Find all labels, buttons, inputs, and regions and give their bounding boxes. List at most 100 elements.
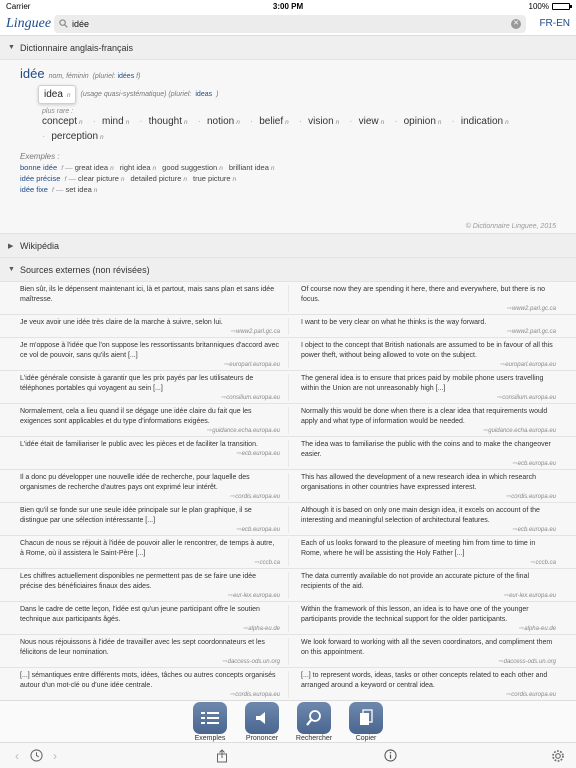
external-fr-source-link[interactable]: ecb.europa.eu [20,450,280,457]
external-en-column: I want to be very clear on what he think… [288,318,576,335]
external-pair-row[interactable]: Bien sûr, ils le dépensent maintenant ic… [0,282,576,315]
external-pair-row[interactable]: L'idée générale consiste à garantir que … [0,371,576,404]
external-en-sentence: Normally this would be done when there i… [301,408,548,425]
external-pair-row[interactable]: Je veux avoir une idée très claire de la… [0,315,576,338]
rare-translation-word: notion [207,116,235,127]
external-en-sentence: Of course now they are spending it here,… [301,286,545,303]
external-pair-row[interactable]: Nous nous réjouissons à l'idée de travai… [0,635,576,668]
example-translation: right idea [119,163,151,172]
rare-translation[interactable]: · view n [349,116,384,127]
external-en-source-link[interactable]: ecb.europa.eu [301,526,556,533]
headword[interactable]: idée [20,66,45,81]
main-translation[interactable]: idea n [38,85,77,104]
forward-arrow-icon[interactable]: › [46,749,64,763]
external-en-source-link[interactable]: consilium.europa.eu [301,394,556,401]
example-source-phrase: idée fixe [20,185,48,194]
external-fr-sentence: Chacun de nous se réjouit à l'idée de po… [20,540,275,557]
plural-form[interactable]: idées [117,73,134,80]
example-item[interactable]: bonne idée f — great idea n [20,163,114,172]
example-item[interactable]: good suggestion n [162,163,223,172]
dock-button-rechercher[interactable]: Rechercher [295,702,333,742]
external-en-source-link[interactable]: europarl.europa.eu [301,361,556,368]
info-icon[interactable] [380,749,400,762]
rare-translation[interactable]: · belief n [250,116,289,127]
rare-translation-pos: n [125,119,130,126]
external-en-source-link[interactable]: cordis.europa.eu [301,691,556,698]
example-item[interactable]: brilliant idea n [229,163,275,172]
external-fr-source-link[interactable]: guidance.echa.europa.eu [20,427,280,434]
external-fr-source-link[interactable]: cccb.ca [20,559,280,566]
search-input[interactable] [72,18,507,29]
example-row: idée précise f — clear picture n detailed … [20,174,556,183]
external-en-sentence: I object to the concept that British nat… [301,342,553,359]
language-pair-button[interactable]: FR-EN [526,18,570,29]
rare-translation-pos: n [380,119,385,126]
external-pair-row[interactable]: Bien qu'il se fonde sur une seule idée p… [0,503,576,536]
rare-translation[interactable]: · mind n [93,116,130,127]
dock-button-exemples[interactable]: Exemples [191,702,229,742]
back-arrow-icon[interactable]: ‹ [8,749,26,763]
external-en-column: This has allowed the development of a ne… [288,473,576,500]
external-pair-row[interactable]: Les chiffres actuellement disponibles ne… [0,569,576,602]
external-en-source-link[interactable]: alpha-eu.de [301,625,556,632]
external-en-column: The data currently available do not prov… [288,572,576,599]
external-en-column: Normally this would be done when there i… [288,407,576,434]
external-fr-source-link[interactable]: europarl.europa.eu [20,361,280,368]
external-fr-source-link[interactable]: ecb.europa.eu [20,526,280,533]
external-en-source-link[interactable]: guidance.echa.europa.eu [301,427,556,434]
rare-translation[interactable]: · indication n [452,116,509,127]
search-field[interactable]: ✕ [54,14,526,33]
external-en-sentence: [...] to represent words, ideas, tasks o… [301,672,548,689]
usage-plural[interactable]: ideas [195,91,212,98]
external-fr-source-link[interactable]: alpha-eu.de [20,625,280,632]
external-fr-source-link[interactable]: daccess-ods.un.org [20,658,280,665]
example-item[interactable]: idée précise f — clear picture n [20,174,125,183]
settings-gear-icon[interactable] [548,749,568,763]
rare-translation[interactable]: · perception n [42,131,104,142]
external-pair-row[interactable]: Dans le cadre de cette leçon, l'idée est… [0,602,576,635]
rare-translation[interactable]: · vision n [299,116,340,127]
external-en-source-link[interactable]: ecb.europa.eu [301,460,556,467]
external-en-source-link[interactable]: eur-lex.europa.eu [301,592,556,599]
external-pair-row[interactable]: Normalement, cela a lieu quand il se dég… [0,404,576,437]
rare-translation-pos: n [236,119,240,126]
rare-translation[interactable]: · thought n [139,116,187,127]
external-en-source-link[interactable]: www2.parl.gc.ca [301,328,556,335]
history-clock-icon[interactable] [26,749,46,762]
example-item[interactable]: right idea n [120,163,156,172]
example-item[interactable]: idée fixe f — set idea n [20,185,97,194]
external-fr-source-link[interactable]: www2.parl.gc.ca [20,328,280,335]
external-pair-row[interactable]: Je m'oppose à l'idée que l'on suppose le… [0,338,576,371]
share-icon[interactable] [212,748,232,763]
external-fr-source-link[interactable]: cordis.europa.eu [20,691,280,698]
external-sources-list: Bien sûr, ils le dépensent maintenant ic… [0,282,576,700]
example-pos: n [120,176,125,183]
external-pair-row[interactable]: Il a donc pu développer une nouvelle idé… [0,470,576,503]
external-pair-row[interactable]: L'idée était de familiariser le public a… [0,437,576,470]
rare-translation[interactable]: · notion n [198,116,240,127]
section-wikipedia-title: Wikipédia [20,240,60,251]
external-en-source-link[interactable]: cordis.europa.eu [301,493,556,500]
section-external-header[interactable]: ▼ Sources externes (non révisées) [0,258,576,282]
external-pair-row[interactable]: Chacun de nous se réjouit à l'idée de po… [0,536,576,569]
external-fr-source-link[interactable]: consilium.europa.eu [20,394,280,401]
clear-search-icon[interactable]: ✕ [511,18,521,29]
external-en-source-link[interactable]: www2.parl.gc.ca [301,305,556,312]
dock-button-prononcer[interactable]: Prononcer [243,702,281,742]
example-item[interactable]: detailed picture n [131,174,188,183]
external-en-source-link[interactable]: cccb.ca [301,559,556,566]
external-pair-row[interactable]: [...] sémantiques entre différents mots,… [0,668,576,700]
dock-button-copier[interactable]: Copier [347,702,385,742]
external-fr-source-link[interactable]: eur-lex.europa.eu [20,592,280,599]
rare-translation[interactable]: · opinion n [394,116,441,127]
example-pos: n [110,165,114,172]
section-wikipedia-header[interactable]: ▶ Wikipédia [0,234,576,258]
rare-translation[interactable]: concept n [42,116,83,127]
less-common-label: plus rare : [42,108,74,115]
rare-translation-word: indication [460,116,504,127]
external-fr-source-link[interactable]: cordis.europa.eu [20,493,280,500]
clock: 3:00 PM [272,1,304,11]
external-en-source-link[interactable]: daccess-ods.un.org [301,658,556,665]
section-dictionary-header[interactable]: ▼ Dictionnaire anglais-français [0,36,576,60]
example-item[interactable]: true picture n [193,174,236,183]
